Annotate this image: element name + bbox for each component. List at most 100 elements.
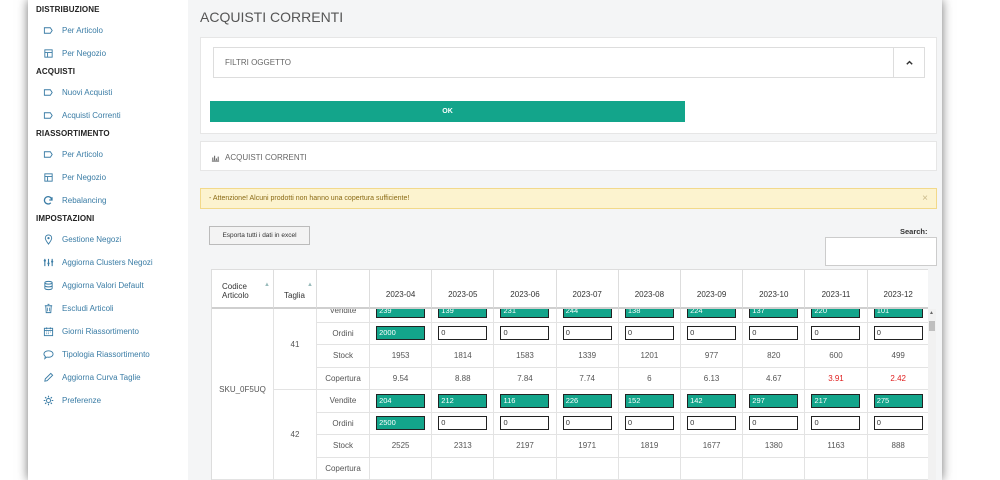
table-cell: 2197 [494, 435, 557, 458]
row-label-ordini: Ordini [332, 418, 354, 428]
order-quantity-input[interactable]: 0 [624, 326, 674, 341]
section-title: ACQUISTI CORRENTI [211, 153, 307, 162]
table-cell: 0 [805, 322, 868, 345]
table-cell: 1971 [556, 435, 619, 458]
sidebar-item-per-negozio[interactable]: Per Negozio [42, 169, 106, 185]
sidebar-item-tipologia-riassortimento[interactable]: Tipologia Riassortimento [42, 346, 150, 362]
sidebar-item-aggiorna-clusters-negozi[interactable]: Aggiorna Clusters Negozi [42, 254, 153, 270]
order-quantity-input[interactable]: 0 [687, 326, 737, 341]
sidebar-section-distribuzione: DISTRIBUZIONE [36, 5, 100, 14]
table-cell: 142 [681, 390, 744, 413]
taglia-value: 41 [290, 340, 300, 349]
order-quantity-input[interactable]: 0 [500, 416, 550, 431]
sort-icon[interactable]: ▲ [307, 282, 313, 288]
table-cell: 2313 [432, 435, 495, 458]
stock-value: 888 [891, 441, 905, 451]
table-cell [370, 457, 433, 480]
order-quantity-input[interactable]: 0 [749, 416, 799, 431]
order-quantity-input[interactable]: 2000 [376, 326, 426, 341]
sidebar-item-aggiorna-curva-taglie[interactable]: Aggiorna Curva Taglie [42, 369, 141, 385]
order-quantity-input[interactable]: 0 [438, 326, 488, 341]
search-input[interactable] [825, 237, 937, 266]
table-cell: 231 [494, 309, 557, 323]
table-cell: 0 [556, 412, 619, 435]
close-icon[interactable]: × [922, 193, 928, 204]
header-codice-articolo[interactable]: Codice Articolo ▲ [212, 270, 274, 309]
table-cell: 8.88 [432, 367, 495, 390]
sidebar-item-aggiorna-valori-default[interactable]: Aggiorna Valori Default [42, 277, 144, 293]
order-quantity-input[interactable]: 0 [873, 326, 923, 341]
order-quantity-input[interactable]: 0 [749, 326, 799, 341]
order-quantity-input[interactable]: 0 [687, 416, 737, 431]
table-cell: 0 [618, 322, 681, 345]
purchases-table: SKU_0F5UQ 41 Vendite 239 139 231 244 138 224 137 2… [211, 269, 928, 480]
sidebar-item-per-articolo[interactable]: Per Articolo [42, 146, 103, 162]
bar-chart-icon [211, 155, 220, 162]
sidebar-item-nuovi-acquisti[interactable]: Nuovi Acquisti [42, 84, 112, 100]
sidebar-item-label: Rebalancing [62, 195, 107, 205]
store-icon [42, 47, 54, 59]
sales-value: 116 [500, 393, 550, 408]
order-quantity-input[interactable]: 0 [562, 326, 612, 341]
order-quantity-input[interactable]: 0 [438, 416, 488, 431]
table-scrollbar[interactable]: ▲ [928, 309, 936, 480]
table-cell: 297 [743, 390, 806, 413]
order-quantity-input[interactable]: 0 [811, 326, 861, 341]
sidebar-item-label: Escludi Articoli [62, 303, 114, 313]
sidebar-item-preferenze[interactable]: Preferenze [42, 392, 101, 408]
table-cell: 2500 [370, 412, 433, 435]
header-month-2023-07: 2023-07 [556, 270, 619, 309]
row-label-ordini: Ordini [332, 328, 354, 338]
order-quantity-input[interactable]: 0 [811, 416, 861, 431]
row-label-cell: Copertura [317, 367, 370, 390]
copertura-value: 7.74 [579, 373, 595, 383]
results-panel-header: ACQUISTI CORRENTI [200, 141, 937, 171]
sort-icon[interactable]: ▲ [264, 282, 270, 288]
taglia-cell: 41 [274, 309, 317, 390]
sidebar-item-acquisti-correnti[interactable]: Acquisti Correnti [42, 107, 121, 123]
scrollbar-thumb[interactable] [929, 321, 935, 331]
header-month-2023-08: 2023-08 [618, 270, 681, 309]
sidebar-item-giorni-riassortimento[interactable]: Giorni Riassortimento [42, 323, 139, 339]
sidebar-item-per-negozio[interactable]: Per Negozio [42, 45, 106, 61]
ok-button[interactable]: OK [210, 101, 685, 122]
sku-code: SKU_0F5UQ [219, 385, 266, 394]
taglia-cell: 42 [274, 390, 317, 480]
sales-value: 142 [687, 393, 737, 408]
sales-value: 244 [562, 309, 612, 318]
header-taglia[interactable]: Taglia ▲ [274, 270, 317, 309]
table-cell: 1201 [618, 345, 681, 368]
order-quantity-input[interactable]: 0 [562, 416, 612, 431]
sku-cell: SKU_0F5UQ [212, 309, 274, 480]
sales-value: 275 [873, 393, 923, 408]
stock-value: 2313 [453, 441, 472, 451]
refresh-icon [42, 194, 54, 206]
table-cell [618, 457, 681, 480]
table-cell: 138 [618, 309, 681, 323]
export-excel-button[interactable]: Esporta tutti i dati in excel [209, 226, 310, 245]
sidebar-item-rebalancing[interactable]: Rebalancing [42, 192, 106, 208]
sales-value: 297 [749, 393, 799, 408]
stock-value: 1201 [640, 351, 659, 361]
order-quantity-input[interactable]: 2500 [376, 416, 426, 431]
order-quantity-input[interactable]: 0 [624, 416, 674, 431]
sales-value: 152 [624, 393, 674, 408]
sidebar-item-label: Preferenze [62, 395, 102, 405]
order-quantity-input[interactable]: 0 [500, 326, 550, 341]
row-label-cell: Stock [317, 345, 370, 368]
sidebar-item-gestione-negozi[interactable]: Gestione Negozi [42, 231, 121, 247]
sidebar-item-per-articolo[interactable]: Per Articolo [42, 22, 103, 38]
table-cell: 0 [432, 322, 495, 345]
filter-accordion[interactable]: FILTRI OGGETTO [213, 47, 925, 78]
sidebar-item-escludi-articoli[interactable]: Escludi Articoli [42, 300, 114, 316]
scroll-up-icon[interactable]: ▲ [929, 310, 934, 316]
sales-value: 224 [687, 309, 737, 318]
table-cell [867, 457, 928, 480]
header-month-2023-11-text: 2023-11 [821, 290, 851, 299]
filter-panel: FILTRI OGGETTO OK [200, 37, 937, 134]
chevron-up-icon[interactable] [893, 48, 924, 77]
order-quantity-input[interactable]: 0 [873, 416, 923, 431]
copertura-value: 3.91 [828, 373, 844, 383]
table-cell: 0 [681, 322, 744, 345]
table-cell: 2.42 [867, 367, 928, 390]
